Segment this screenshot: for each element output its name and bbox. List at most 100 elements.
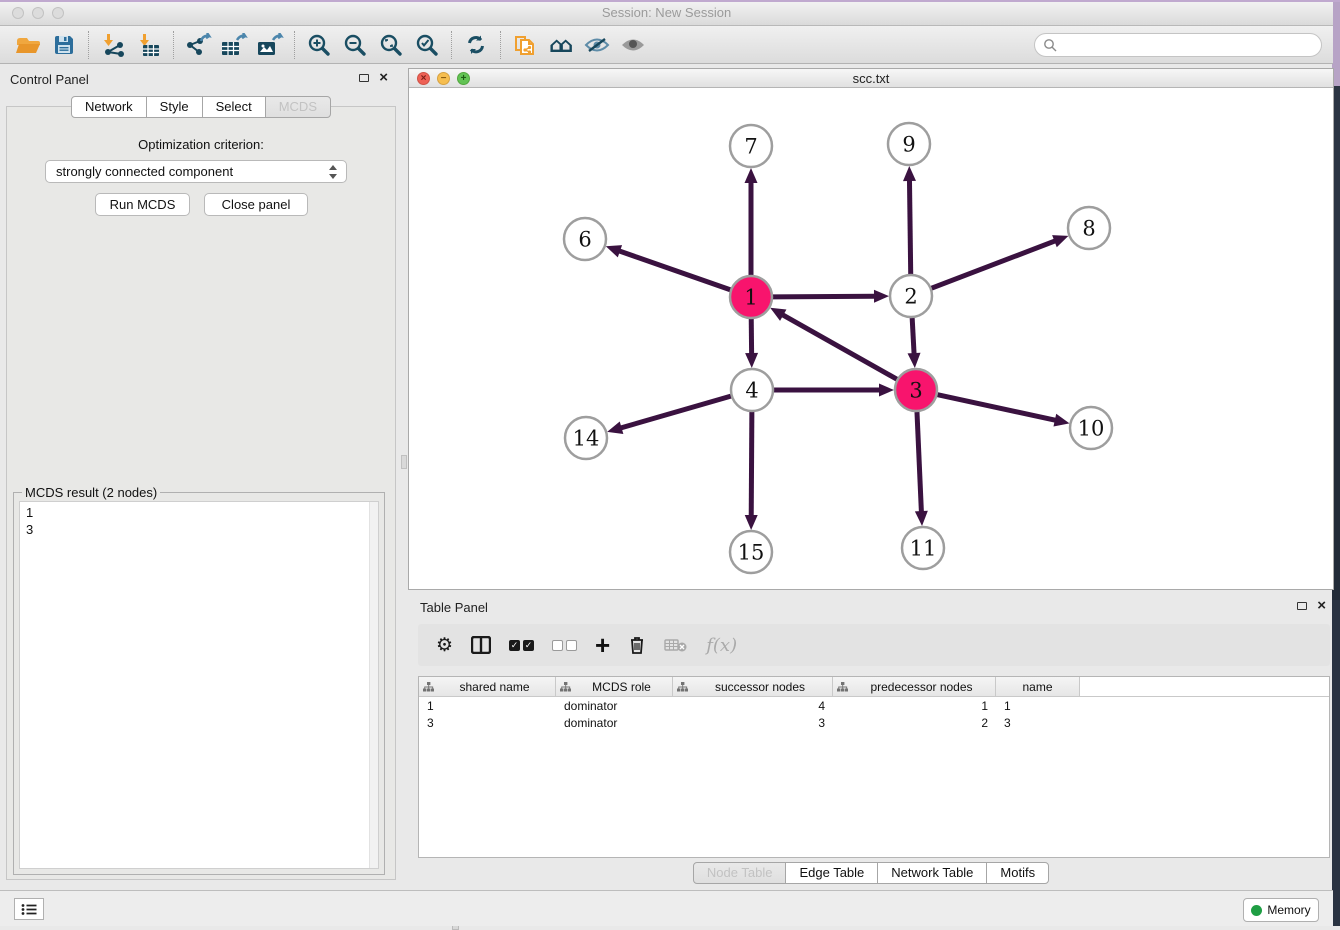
zoom-selected-button[interactable] (409, 29, 445, 61)
tab-node-table[interactable]: Node Table (693, 862, 787, 884)
column-label: name (996, 680, 1079, 694)
optimization-criterion-value: strongly connected component (56, 164, 233, 179)
close-panel-icon[interactable]: × (379, 73, 388, 83)
clone-network-icon (512, 32, 538, 58)
export-image-icon (256, 33, 284, 57)
node-label-11: 11 (910, 536, 937, 560)
memory-button[interactable]: Memory (1243, 898, 1319, 922)
cell-predecessor-nodes[interactable]: 1 (833, 699, 996, 713)
cell-mcds-role[interactable]: dominator (556, 699, 673, 713)
select-all-button[interactable]: ✓ ✓ (509, 640, 534, 651)
deselect-all-button[interactable] (552, 640, 577, 651)
memory-label: Memory (1267, 903, 1310, 917)
zoom-fit-button[interactable] (373, 29, 409, 61)
delete-column-button[interactable] (628, 635, 646, 655)
table-header-row: shared name MCDS rolesuccessor nodesprede… (419, 677, 1329, 697)
float-panel-icon[interactable] (359, 74, 369, 82)
toolbar-separator (173, 31, 174, 59)
edge-2-9[interactable] (909, 180, 910, 274)
edge-2-3[interactable] (912, 318, 914, 354)
result-line: 3 (26, 521, 378, 538)
node-label-2: 2 (904, 284, 917, 308)
cell-name[interactable]: 1 (996, 699, 1080, 713)
tab-edge-table[interactable]: Edge Table (785, 862, 878, 884)
import-table-button[interactable] (131, 29, 167, 61)
hierarchy-icon (837, 682, 848, 692)
panel-divider-handle[interactable] (401, 455, 407, 469)
column-header-shared-name[interactable]: shared name (419, 677, 556, 696)
network-graph[interactable]: 7968124314101511 (409, 88, 1333, 589)
export-table-button[interactable] (216, 29, 252, 61)
desktop-accent-line (0, 0, 1340, 2)
edge-3-11[interactable] (917, 412, 921, 512)
network-window-titlebar[interactable]: × − + scc.txt (409, 69, 1333, 88)
memory-status-icon (1251, 905, 1262, 916)
cell-shared-name[interactable]: 1 (419, 699, 556, 713)
close-panel-button[interactable]: Close panel (204, 193, 308, 216)
hide-selected-button[interactable] (579, 29, 615, 61)
result-line: 1 (26, 504, 378, 521)
tab-network-table[interactable]: Network Table (877, 862, 987, 884)
network-view-window: × − + scc.txt 7968124314101511 (408, 68, 1334, 590)
cell-name[interactable]: 3 (996, 716, 1080, 730)
eye-slash-icon (584, 36, 610, 54)
refresh-icon (464, 33, 488, 57)
export-image-button[interactable] (252, 29, 288, 61)
edge-3-10[interactable] (937, 395, 1055, 421)
node-table: shared name MCDS rolesuccessor nodesprede… (418, 676, 1330, 858)
show-all-networks-button[interactable]: ⌂⌂ (543, 29, 579, 61)
arrowhead-icon (879, 384, 894, 397)
import-network-button[interactable] (95, 29, 131, 61)
arrowhead-icon (1053, 414, 1069, 427)
application-window: Session: New Session (0, 0, 1340, 926)
cell-predecessor-nodes[interactable]: 2 (833, 716, 996, 730)
tab-style[interactable]: Style (146, 96, 203, 118)
cell-successor-nodes[interactable]: 4 (673, 699, 833, 713)
node-label-4: 4 (745, 378, 758, 402)
result-scrollbar[interactable] (369, 502, 378, 868)
tab-network[interactable]: Network (71, 96, 147, 118)
float-table-panel-icon[interactable] (1297, 602, 1307, 610)
toolbar-separator (500, 31, 501, 59)
tab-select[interactable]: Select (202, 96, 266, 118)
table-row[interactable]: 1dominator411 (419, 697, 1329, 714)
edge-1-6[interactable] (619, 251, 730, 290)
edge-4-15[interactable] (751, 412, 752, 516)
unchecked-box-icon (566, 640, 577, 651)
add-column-button[interactable]: + (595, 635, 610, 655)
cell-shared-name[interactable]: 3 (419, 716, 556, 730)
save-session-button[interactable] (46, 29, 82, 61)
edge-3-1[interactable] (782, 315, 896, 380)
close-table-panel-icon[interactable]: × (1317, 601, 1326, 611)
mcds-result-list[interactable]: 13 (19, 501, 379, 869)
network-canvas[interactable]: 7968124314101511 (409, 88, 1333, 589)
refresh-button[interactable] (458, 29, 494, 61)
show-selected-button[interactable] (615, 29, 651, 61)
search-box[interactable] (1034, 33, 1322, 57)
tab-motifs[interactable]: Motifs (986, 862, 1049, 884)
column-header-mcds-role[interactable]: MCDS role (556, 677, 673, 696)
clone-network-button[interactable] (507, 29, 543, 61)
cell-successor-nodes[interactable]: 3 (673, 716, 833, 730)
table-row[interactable]: 3dominator323 (419, 714, 1329, 731)
zoom-in-button[interactable] (301, 29, 337, 61)
column-layout-button[interactable] (471, 636, 491, 654)
edge-1-2[interactable] (773, 296, 875, 297)
optimization-criterion-select[interactable]: strongly connected component (45, 160, 347, 183)
cell-mcds-role[interactable]: dominator (556, 716, 673, 730)
column-label: MCDS role (571, 680, 672, 694)
tab-mcds[interactable]: MCDS (265, 96, 331, 118)
column-header-predecessor-nodes[interactable]: predecessor nodes (833, 677, 996, 696)
search-input[interactable] (1058, 35, 1321, 55)
export-network-button[interactable] (180, 29, 216, 61)
column-header-successor-nodes[interactable]: successor nodes (673, 677, 833, 696)
edge-4-14[interactable] (621, 396, 731, 428)
table-options-button[interactable]: ⚙ (436, 634, 453, 657)
node-label-14: 14 (573, 426, 600, 450)
run-mcds-button[interactable]: Run MCDS (95, 193, 190, 216)
zoom-out-button[interactable] (337, 29, 373, 61)
edge-2-8[interactable] (932, 241, 1056, 288)
column-header-name[interactable]: name (996, 677, 1080, 696)
open-session-button[interactable] (10, 29, 46, 61)
task-history-button[interactable] (14, 898, 44, 920)
